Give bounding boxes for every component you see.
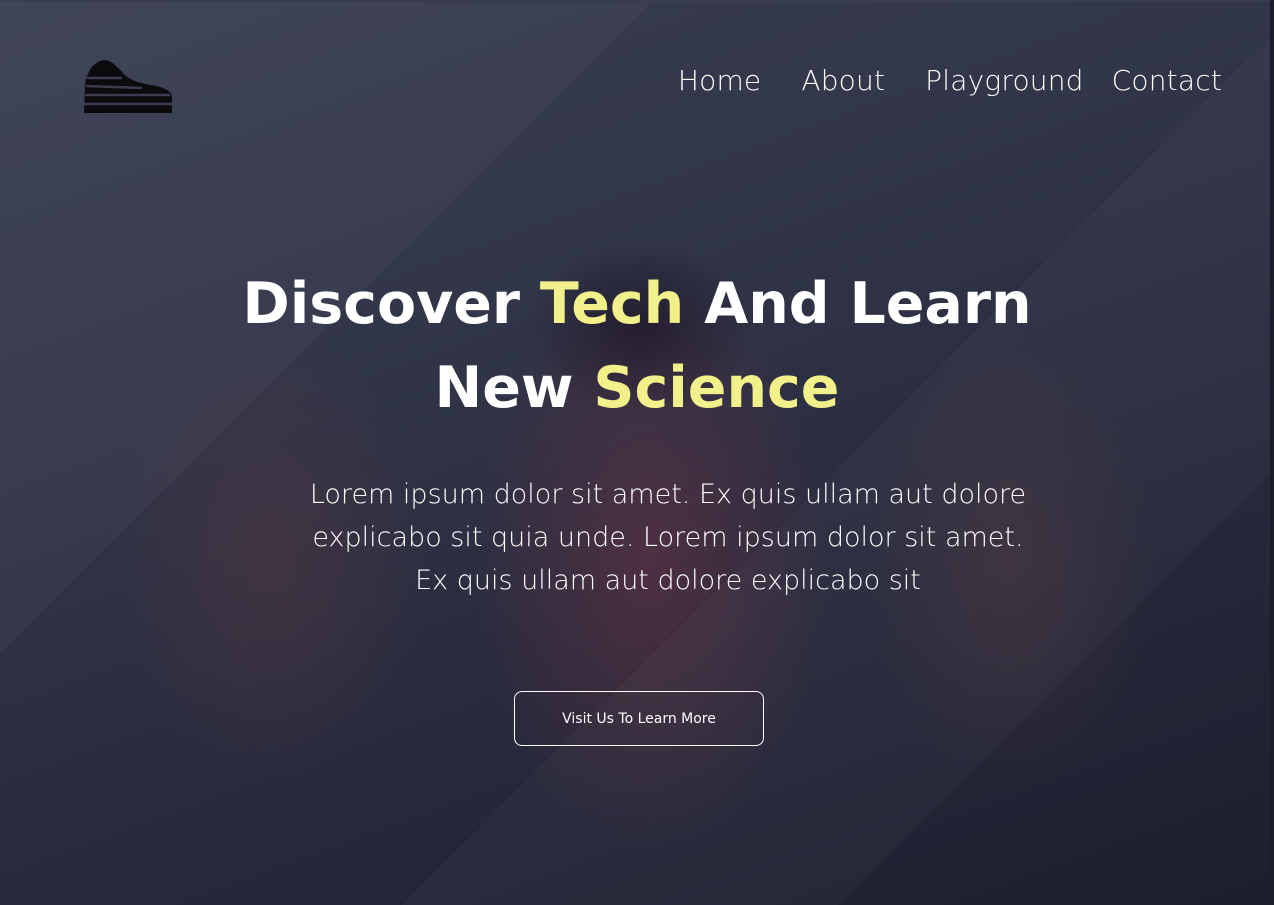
nav-playground-link[interactable]: Playground	[925, 64, 1084, 97]
title-word-new: New	[434, 355, 574, 421]
hero-title: Discover Tech And Learn New Science	[0, 262, 1274, 430]
window-edge-top	[0, 0, 1274, 2]
hero-section: Home About Playground Contact Discover T…	[0, 0, 1274, 905]
nav-home-link[interactable]: Home	[678, 64, 762, 97]
nav-contact-link[interactable]: Contact	[1112, 64, 1222, 97]
background-overlay	[0, 0, 1274, 905]
title-word-and-learn: And Learn	[704, 271, 1032, 337]
sneaker-logo-icon[interactable]	[82, 58, 174, 118]
window-edge-right	[1270, 0, 1274, 905]
hero-description: Lorem ipsum dolor sit amet. Ex quis ulla…	[309, 479, 1027, 596]
nav-about-link[interactable]: About	[801, 64, 885, 97]
visit-us-button[interactable]: Visit Us To Learn More	[514, 691, 764, 746]
title-highlight-tech: Tech	[539, 271, 685, 337]
title-word-discover: Discover	[242, 271, 521, 337]
title-highlight-science: Science	[593, 355, 840, 421]
main-navigation: Home About Playground Contact	[678, 60, 1222, 100]
